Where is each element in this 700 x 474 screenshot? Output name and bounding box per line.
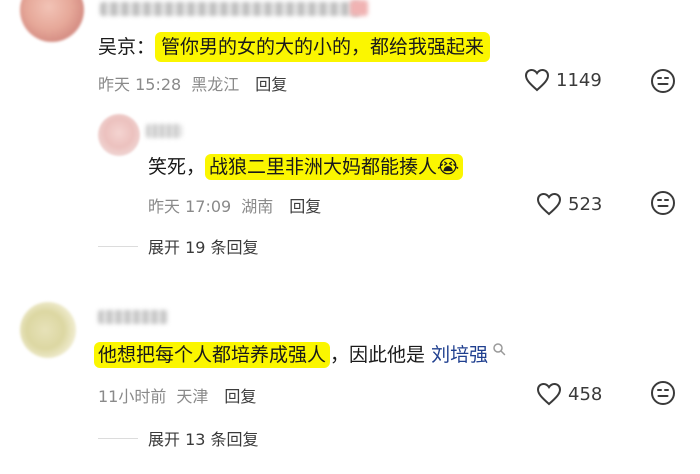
crying-emoji: 😭: [437, 156, 460, 178]
divider: [98, 245, 138, 247]
username-blurred[interactable]: [98, 310, 168, 324]
comment-text-1: 吴京： 管你男的女的大的小的，都给我强起来: [98, 32, 491, 62]
expand-label: 展开 13 条回复: [148, 430, 259, 449]
emoji-face-icon: [651, 191, 675, 215]
emoji-face-icon: [651, 69, 675, 93]
comment-author-name: 吴京: [98, 36, 137, 58]
heart-icon: [536, 192, 562, 216]
divider: [98, 437, 138, 439]
heart-icon: [536, 382, 562, 406]
username-blurred[interactable]: [100, 2, 360, 16]
reply-button[interactable]: 回复: [289, 197, 321, 216]
like-count: 1149: [556, 69, 602, 91]
comment-meta-1: 昨天 15:28 黑龙江 回复: [98, 71, 297, 95]
comment-location: 黑龙江: [191, 75, 240, 94]
emoji-face-icon: [651, 381, 675, 405]
mention-link[interactable]: 刘培强: [431, 344, 488, 366]
like-button[interactable]: 1149: [524, 68, 602, 92]
username-blurred[interactable]: [146, 124, 182, 138]
like-button[interactable]: 458: [536, 382, 602, 406]
expand-replies-button[interactable]: 展开 13 条回复: [98, 426, 259, 450]
avatar[interactable]: [20, 0, 84, 42]
comment-highlight: 他想把每个人都培养成强人: [94, 342, 331, 368]
like-count: 523: [568, 193, 603, 215]
comment-time: 昨天 17:09: [148, 197, 232, 216]
expand-replies-button[interactable]: 展开 19 条回复: [98, 234, 259, 258]
comment-time: 11小时前: [98, 387, 167, 406]
dislike-button[interactable]: [650, 190, 676, 216]
comment-location: 湖南: [241, 197, 274, 216]
expand-label: 展开 19 条回复: [148, 238, 259, 257]
like-count: 458: [568, 383, 603, 405]
like-button[interactable]: 523: [536, 192, 602, 216]
comment-location: 天津: [176, 387, 209, 406]
comment-text-3: 他想把每个人都培养成强人 ，因此他是 刘培强: [94, 342, 506, 368]
comment-highlight: 战狼二里非洲大妈都能揍人😭: [205, 154, 464, 180]
comment-meta-2: 昨天 17:09 湖南 回复: [148, 193, 331, 217]
search-icon[interactable]: [492, 342, 506, 356]
heart-icon: [524, 68, 550, 92]
comment-text-2: 笑死， 战狼二里非洲大妈都能揍人😭: [148, 154, 464, 180]
comment-time: 昨天 15:28: [98, 75, 182, 94]
reply-button[interactable]: 回复: [255, 75, 287, 94]
reply-button[interactable]: 回复: [224, 387, 256, 406]
dislike-button[interactable]: [650, 68, 676, 94]
dislike-button[interactable]: [650, 380, 676, 406]
username-badge: [350, 0, 368, 16]
comment-meta-3: 11小时前 天津 回复: [98, 383, 266, 407]
comment-highlight: 管你男的女的大的小的，都给我强起来: [155, 32, 491, 62]
avatar[interactable]: [98, 114, 140, 156]
avatar[interactable]: [20, 302, 76, 358]
